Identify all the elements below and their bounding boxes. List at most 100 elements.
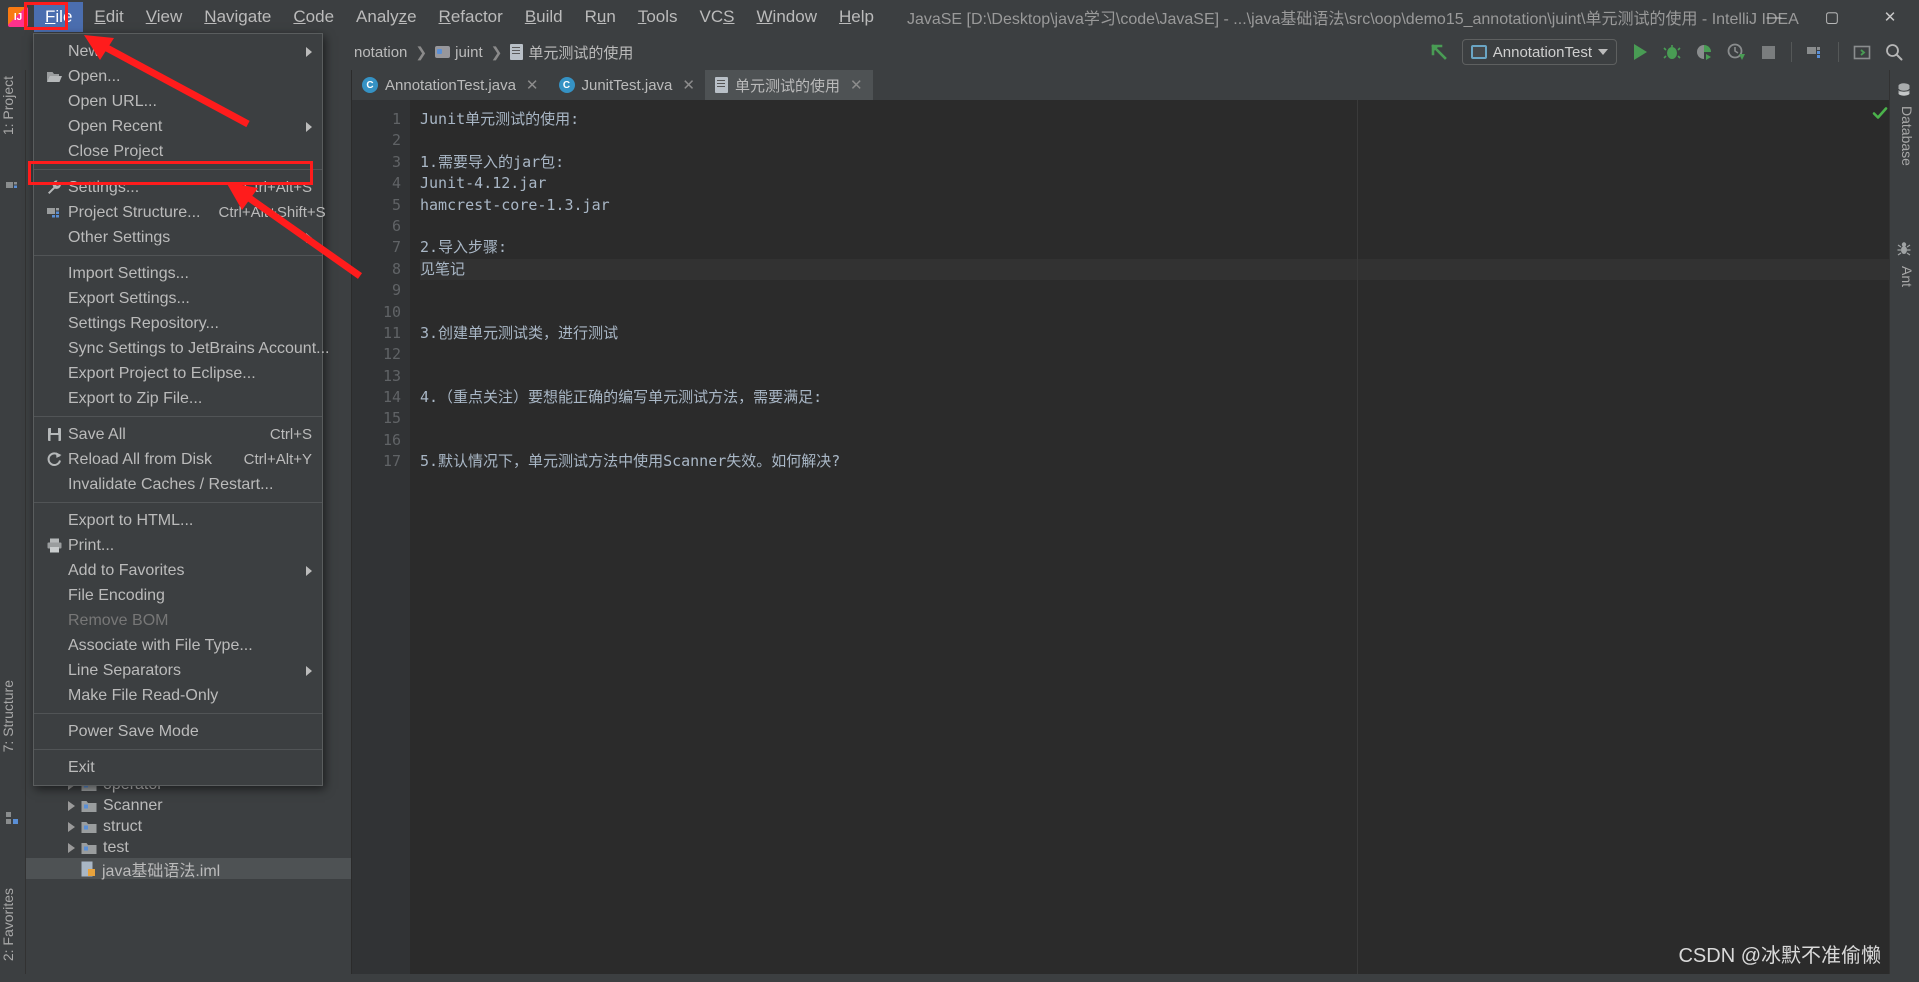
menu-item-export-project-to-eclipse[interactable]: Export Project to Eclipse... <box>34 361 322 386</box>
menu-item-open[interactable]: Open... <box>34 64 322 89</box>
menu-item-open-url[interactable]: Open URL... <box>34 89 322 114</box>
database-icon <box>1896 82 1912 98</box>
breadcrumb-item-juint[interactable]: juint <box>431 42 487 63</box>
code-line[interactable]: hamcrest-core-1.3.jar <box>420 195 1889 216</box>
menu-code[interactable]: Code <box>282 2 345 32</box>
submenu-arrow-icon <box>306 232 312 243</box>
menu-build[interactable]: Build <box>514 2 574 32</box>
run-with-coverage-button[interactable] <box>1689 37 1719 67</box>
menu-item-export-settings[interactable]: Export Settings... <box>34 286 322 311</box>
chevron-right-icon[interactable] <box>68 821 75 832</box>
code-line[interactable]: 1.需要导入的jar包: <box>420 152 1889 173</box>
inspection-status-icon[interactable] <box>1872 105 1888 119</box>
menu-window[interactable]: Window <box>746 2 828 32</box>
code-line[interactable] <box>420 130 1889 151</box>
menu-view[interactable]: View <box>135 2 194 32</box>
code-line[interactable] <box>420 302 1889 323</box>
code-editor[interactable]: 1 2 3 4 5 6 7 8 9 10 11 12 13 14 15 16 17 Junit单元测试的使用: 1… <box>352 100 1889 982</box>
code-content[interactable]: Junit单元测试的使用: 1.需要导入的jar包: Junit-4.12.jar h… <box>410 100 1889 982</box>
editor-tab-bar[interactable]: C AnnotationTest.java ✕ C JunitTest.java… <box>352 70 1889 100</box>
menu-item-import-settings[interactable]: Import Settings... <box>34 261 322 286</box>
menu-file[interactable]: File <box>34 2 84 32</box>
menu-item-save-all[interactable]: Save All Ctrl+S <box>34 422 322 447</box>
menu-item-sync-settings-to-jetbrains-account[interactable]: Sync Settings to JetBrains Account... <box>34 336 329 361</box>
maximize-button[interactable]: ▢ <box>1803 0 1861 34</box>
code-line[interactable] <box>420 408 1889 429</box>
tree-node[interactable]: Scanner <box>26 795 351 816</box>
menu-navigate[interactable]: Navigate <box>193 2 282 32</box>
menu-item-exit[interactable]: Exit <box>34 755 322 780</box>
profiler-button[interactable] <box>1721 37 1751 67</box>
breadcrumb-item-notation[interactable]: notation <box>350 42 411 63</box>
menu-item-new[interactable]: New <box>34 39 322 64</box>
close-icon[interactable]: ✕ <box>850 76 863 94</box>
tab-junit-test[interactable]: C JunitTest.java ✕ <box>549 70 705 100</box>
breadcrumb[interactable]: notation ❯ juint ❯ 单元测试的使用 <box>350 40 637 65</box>
menu-item-make-file-read-only[interactable]: Make File Read-Only <box>34 683 322 708</box>
menu-tools[interactable]: Tools <box>627 2 689 32</box>
code-line[interactable]: 4.（重点关注）要想能正确的编写单元测试方法，需要满足: <box>420 387 1889 408</box>
tree-node[interactable]: struct <box>26 816 351 837</box>
menu-run[interactable]: Run <box>574 2 627 32</box>
run-icon <box>1633 44 1647 60</box>
menu-item-export-to-html[interactable]: Export to HTML... <box>34 508 322 533</box>
menu-item-file-encoding[interactable]: File Encoding <box>34 583 322 608</box>
run-button[interactable] <box>1625 37 1655 67</box>
code-line[interactable]: 3.创建单元测试类，进行测试 <box>420 323 1889 344</box>
run-configuration-selector[interactable]: AnnotationTest <box>1461 39 1617 65</box>
tab-unit-test-usage[interactable]: 单元测试的使用 ✕ <box>704 70 873 100</box>
close-button[interactable]: ✕ <box>1861 0 1919 34</box>
file-menu-dropdown[interactable]: New Open... Open URL... Open Recent Close Pr… <box>33 33 329 786</box>
green-back-arrow-icon[interactable] <box>1424 37 1454 67</box>
code-line[interactable]: 见笔记 <box>420 258 1889 281</box>
menu-analyze[interactable]: Analyze <box>345 2 428 32</box>
sidebar-item-database[interactable]: Database <box>1893 106 1915 166</box>
menu-item-open-recent[interactable]: Open Recent <box>34 114 322 139</box>
menu-item-close-project[interactable]: Close Project <box>34 139 322 164</box>
close-icon[interactable]: ✕ <box>682 76 695 94</box>
breadcrumb-item-file[interactable]: 单元测试的使用 <box>506 40 637 65</box>
close-icon[interactable]: ✕ <box>526 76 539 94</box>
sidebar-item-project[interactable]: 1: Project <box>0 76 26 135</box>
code-line[interactable]: 5.默认情况下，单元测试方法中使用Scanner失效。如何解决? <box>420 451 1889 472</box>
stop-button[interactable] <box>1753 37 1783 67</box>
project-structure-button[interactable] <box>1800 37 1830 67</box>
menu-item-power-save-mode[interactable]: Power Save Mode <box>34 719 322 744</box>
menu-item-export-to-zip-file[interactable]: Export to Zip File... <box>34 386 322 411</box>
menu-edit[interactable]: Edit <box>83 2 134 32</box>
code-line[interactable] <box>420 344 1889 365</box>
tree-node[interactable]: test <box>26 837 351 858</box>
menu-vcs[interactable]: VCS <box>689 2 746 32</box>
code-line[interactable]: Junit单元测试的使用: <box>420 109 1889 130</box>
sidebar-item-ant[interactable]: Ant <box>1893 266 1915 287</box>
menu-help[interactable]: Help <box>828 2 885 32</box>
menu-item-project-structure[interactable]: Project Structure... Ctrl+Alt+Shift+S <box>34 200 326 225</box>
menu-item-reload-all-from-disk[interactable]: Reload All from Disk Ctrl+Alt+Y <box>34 447 322 472</box>
menu-item-settings[interactable]: Settings... Ctrl+Alt+S <box>34 175 322 200</box>
chevron-right-icon[interactable] <box>68 800 75 811</box>
code-line[interactable]: 2.导入步骤: <box>420 237 1889 258</box>
code-line[interactable] <box>420 216 1889 237</box>
menu-item-invalidate-caches-restart[interactable]: Invalidate Caches / Restart... <box>34 472 322 497</box>
menu-bar[interactable]: File Edit View Navigate Code Analyze Ref… <box>34 0 885 34</box>
tab-annotation-test[interactable]: C AnnotationTest.java ✕ <box>352 70 549 100</box>
debug-button[interactable] <box>1657 37 1687 67</box>
sidebar-item-structure[interactable]: 7: Structure <box>0 680 26 752</box>
sidebar-item-favorites[interactable]: 2: Favorites <box>0 888 26 961</box>
code-line[interactable] <box>420 366 1889 387</box>
menu-item-settings-repository[interactable]: Settings Repository... <box>34 311 322 336</box>
code-line[interactable] <box>420 280 1889 301</box>
code-line[interactable] <box>420 430 1889 451</box>
menu-item-add-to-favorites[interactable]: Add to Favorites <box>34 558 322 583</box>
search-everywhere-button[interactable] <box>1879 37 1909 67</box>
menu-item-line-separators[interactable]: Line Separators <box>34 658 322 683</box>
code-line[interactable]: Junit-4.12.jar <box>420 173 1889 194</box>
menu-item-print[interactable]: Print... <box>34 533 322 558</box>
tree-node[interactable]: java基础语法.iml <box>26 858 351 880</box>
menu-item-other-settings[interactable]: Other Settings <box>34 225 322 250</box>
terminal-button[interactable] <box>1847 37 1877 67</box>
menu-refactor[interactable]: Refactor <box>428 2 514 32</box>
chevron-right-icon[interactable] <box>68 842 75 853</box>
menu-item-associate-with-file-type[interactable]: Associate with File Type... <box>34 633 322 658</box>
minimize-button[interactable]: — <box>1745 0 1803 34</box>
